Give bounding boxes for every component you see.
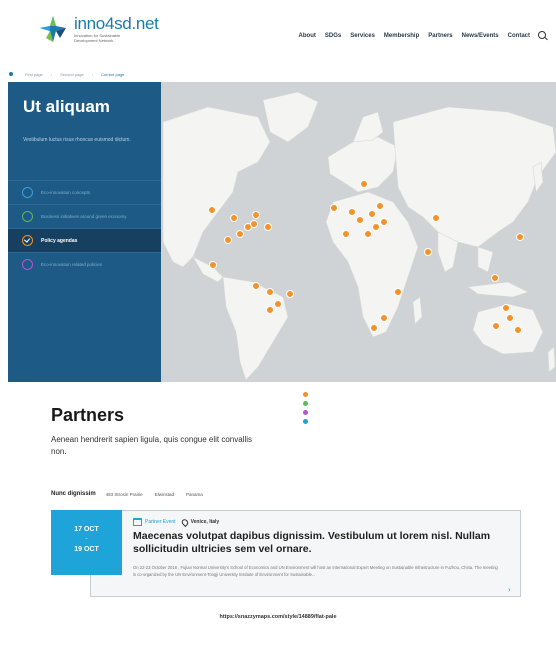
- indicator-dot[interactable]: [303, 410, 308, 415]
- event-meta: Partner Event Venice, Italy: [133, 517, 220, 527]
- filter-elwinstad[interactable]: Elwinstad: [155, 492, 174, 497]
- breadcrumb-separator: ›: [91, 71, 94, 77]
- main-nav: About SDGs Services Membership Partners …: [290, 31, 548, 41]
- sidebar-description: Vestibulum luctus risus rhoncus euismod …: [23, 137, 131, 143]
- map-marker[interactable]: [274, 300, 282, 308]
- map-marker[interactable]: [491, 274, 499, 282]
- filter-nunc-dignissim[interactable]: Nunc dignissim: [51, 491, 96, 497]
- partners-description: Aenean hendrerit sapien ligula, quis con…: [51, 435, 253, 456]
- indicator-dot[interactable]: [303, 419, 308, 424]
- map-marker[interactable]: [364, 230, 372, 238]
- indicator-dot[interactable]: [303, 392, 308, 397]
- map-marker[interactable]: [516, 233, 524, 241]
- event-date-box: 17 OCT - 19 OCT: [51, 510, 122, 575]
- sidebar-list: Eco-innovation concepts Business initiat…: [8, 180, 161, 276]
- map-marker[interactable]: [208, 206, 216, 214]
- check-circle-icon: [22, 235, 33, 246]
- map-marker[interactable]: [380, 314, 388, 322]
- nav-partners[interactable]: Partners: [428, 33, 452, 39]
- calendar-icon: [133, 518, 142, 526]
- map-marker[interactable]: [502, 304, 510, 312]
- map-marker[interactable]: [252, 282, 260, 290]
- map-marker[interactable]: [209, 261, 217, 269]
- sidebar-item-business-initiatives[interactable]: Business initiatives around green econom…: [8, 204, 161, 228]
- logo-name: inno4sd.net: [74, 14, 159, 33]
- filter-panama[interactable]: Panama: [186, 492, 203, 497]
- event-date-end: 19 OCT: [74, 546, 99, 553]
- location-filters: Nunc dignissim 483 Strosin Prairie Elwin…: [51, 491, 215, 497]
- logo-tagline: Innovation for Sustainable Development N…: [74, 33, 121, 43]
- map-marker[interactable]: [342, 230, 350, 238]
- map-marker[interactable]: [376, 202, 384, 210]
- map-marker[interactable]: [432, 214, 440, 222]
- breadcrumb-separator: ›: [50, 71, 53, 77]
- circle-icon: [22, 259, 33, 270]
- map-marker[interactable]: [250, 220, 258, 228]
- event-body: On 22-23 October 2018 , Fujian Normal Un…: [133, 565, 498, 577]
- nav-services[interactable]: Services: [350, 33, 375, 39]
- sidebar-item-eco-innovation-policies[interactable]: Eco-innovation related policies: [8, 252, 161, 276]
- map-marker[interactable]: [224, 236, 232, 244]
- breadcrumb-current: Current page: [101, 71, 125, 77]
- source-url[interactable]: https://snazzymaps.com/style/14889/flat-…: [0, 614, 556, 620]
- indicator-dot[interactable]: [303, 401, 308, 406]
- map-marker[interactable]: [368, 210, 376, 218]
- event-place: Venice, Italy: [190, 519, 220, 525]
- carousel-indicator: [303, 392, 309, 428]
- map-marker[interactable]: [424, 248, 432, 256]
- sidebar-item-policy-agendas[interactable]: Policy agendas: [8, 228, 161, 252]
- sidebar-item-eco-innovation-concepts[interactable]: Eco-innovation concepts: [8, 180, 161, 204]
- nav-news-events[interactable]: News/Events: [462, 33, 499, 39]
- map-marker[interactable]: [330, 204, 338, 212]
- map-marker[interactable]: [230, 214, 238, 222]
- map-marker[interactable]: [356, 216, 364, 224]
- home-dot-icon[interactable]: [9, 72, 13, 76]
- breadcrumb: First page › Second page › Current page: [0, 68, 556, 80]
- event-type: Partner Event: [145, 519, 176, 525]
- site-header: inno4sd.net Innovation for Sustainable D…: [0, 0, 556, 68]
- chevron-right-icon[interactable]: ›: [508, 585, 511, 594]
- map-marker[interactable]: [380, 218, 388, 226]
- circle-icon: [22, 211, 33, 222]
- map-marker[interactable]: [266, 288, 274, 296]
- map-marker[interactable]: [236, 230, 244, 238]
- location-pin-icon: [179, 517, 190, 527]
- map-marker[interactable]: [394, 288, 402, 296]
- map-marker[interactable]: [264, 223, 272, 231]
- filter-sidebar: Ut aliquam Vestibulum luctus risus rhonc…: [8, 82, 161, 382]
- event-date-start: 17 OCT: [74, 526, 99, 533]
- logo-mark-icon: [40, 16, 66, 42]
- map-marker[interactable]: [360, 180, 368, 188]
- nav-sdgs[interactable]: SDGs: [325, 33, 341, 39]
- circle-icon: [22, 187, 33, 198]
- sidebar-item-label: Eco-innovation related policies: [41, 261, 103, 267]
- partners-heading: Partners: [51, 405, 125, 425]
- nav-contact[interactable]: Contact: [508, 33, 530, 39]
- nav-membership[interactable]: Membership: [384, 33, 419, 39]
- map-marker[interactable]: [252, 211, 260, 219]
- map-marker[interactable]: [372, 223, 380, 231]
- map-marker[interactable]: [514, 326, 522, 334]
- breadcrumb-first[interactable]: First page: [25, 72, 43, 77]
- map-marker[interactable]: [370, 324, 378, 332]
- map-marker[interactable]: [266, 306, 274, 314]
- site-logo[interactable]: inno4sd.net Innovation for Sustainable D…: [36, 14, 159, 44]
- map-marker[interactable]: [492, 322, 500, 330]
- continents: [162, 91, 556, 381]
- filter-strosin-prairie[interactable]: 483 Strosin Prairie: [106, 492, 143, 497]
- breadcrumb-second[interactable]: Second page: [60, 72, 84, 77]
- sidebar-item-label: Business initiatives around green econom…: [41, 213, 127, 219]
- nav-about[interactable]: About: [299, 33, 316, 39]
- sidebar-item-label: Policy agendas: [41, 237, 78, 244]
- sidebar-title: Ut aliquam: [23, 97, 110, 116]
- search-icon[interactable]: [538, 31, 548, 41]
- sidebar-item-label: Eco-innovation concepts: [41, 189, 91, 195]
- event-title[interactable]: Maecenas volutpat dapibus dignissim. Ves…: [133, 530, 508, 556]
- map-marker[interactable]: [286, 290, 294, 298]
- map-marker[interactable]: [348, 208, 356, 216]
- event-date-separator: -: [85, 536, 88, 542]
- map-marker[interactable]: [506, 314, 514, 322]
